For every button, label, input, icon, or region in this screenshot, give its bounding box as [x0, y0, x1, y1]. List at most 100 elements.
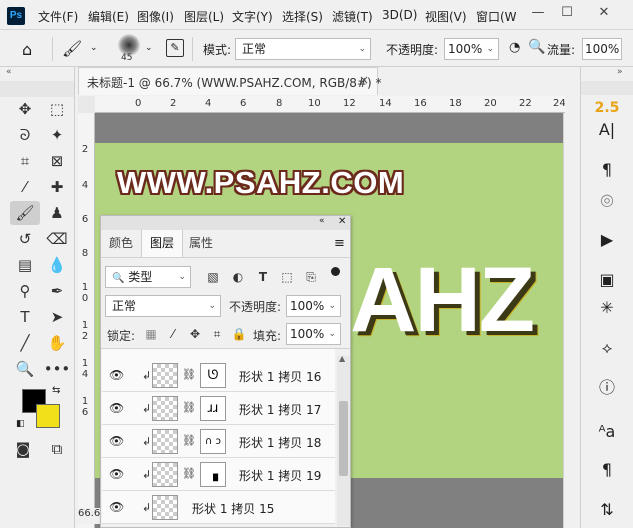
paragraph-panel-icon[interactable]: ¶	[589, 157, 625, 183]
timeline-icon[interactable]: ⇅	[589, 497, 625, 523]
visibility-eye-icon[interactable]: 👁	[109, 434, 124, 448]
menu-image[interactable]: 图像(I)	[137, 8, 174, 25]
menu-view[interactable]: 视图(V)	[425, 8, 467, 25]
healing-brush-tool-icon[interactable]: ✚	[42, 175, 72, 199]
menu-type[interactable]: 文字(Y)	[232, 8, 273, 25]
layer-row[interactable]: 👁 ↲ ⛓ ᘎ 形状 1 拷贝 16	[102, 359, 335, 392]
lock-pixels-icon[interactable]: ⁄	[163, 324, 183, 344]
layer-name[interactable]: 形状 1 拷贝 16	[239, 368, 321, 385]
character-panel-icon[interactable]: A|	[589, 117, 625, 143]
info-panel-icon[interactable]: ⓘ	[589, 375, 625, 401]
swap-colors-icon[interactable]: ⇆	[52, 385, 60, 396]
tab-properties[interactable]: 属性	[181, 230, 221, 257]
hand-tool-icon[interactable]: ✋	[42, 331, 72, 355]
close-icon[interactable]: ×	[359, 73, 369, 87]
zoom-status[interactable]: 66.6	[78, 508, 100, 524]
visibility-eye-icon[interactable]: 👁	[109, 500, 124, 514]
layer-thumbnail[interactable]	[152, 429, 178, 454]
layer-row[interactable]: 👁 ↲ ⛓ ɹɹ 形状 1 拷贝 17	[102, 392, 335, 425]
opacity-input[interactable]: 100% ⌄	[444, 38, 499, 60]
dodge-tool-icon[interactable]: ⚲	[10, 279, 40, 303]
menu-filter[interactable]: 滤镜(T)	[332, 8, 373, 25]
lock-position-icon[interactable]: ✥	[185, 324, 205, 344]
visibility-eye-icon[interactable]: 👁	[109, 368, 124, 382]
paths-panel-icon[interactable]: ⟡	[589, 335, 625, 361]
layers-scrollbar-thumb[interactable]	[339, 401, 348, 476]
character-styles-icon[interactable]: ᴬa	[589, 419, 625, 445]
collapse-icon[interactable]: «	[6, 67, 12, 77]
scroll-up-icon[interactable]: ▲	[339, 354, 345, 363]
ruler-corner[interactable]	[78, 96, 95, 113]
glyph-panel-icon[interactable]: ◎	[589, 187, 625, 213]
zoom-tool-icon[interactable]: 🔍	[10, 357, 40, 381]
screen-mode-icon[interactable]: ⧉	[42, 437, 72, 461]
menu-layer[interactable]: 图层(L)	[184, 8, 224, 25]
type-tool-icon[interactable]: T	[10, 305, 40, 329]
document-tab[interactable]: 未标题-1 @ 66.7% (WWW.PSAHZ.COM, RGB/8#) * …	[78, 67, 382, 95]
marquee-tool-icon[interactable]: ⬚	[42, 97, 72, 121]
home-icon[interactable]: ⌂	[22, 40, 32, 59]
layer-mask-thumbnail[interactable]: ɹɹ	[200, 396, 226, 421]
history-brush-tool-icon[interactable]: ↺	[10, 227, 40, 251]
layer-name[interactable]: 形状 1 拷贝 18	[239, 434, 321, 451]
frame-tool-icon[interactable]: ⊠	[42, 149, 72, 173]
pen-tool-icon[interactable]: ✒	[42, 279, 72, 303]
filter-toggle-icon[interactable]	[331, 267, 340, 276]
eraser-tool-icon[interactable]: ⌫	[42, 227, 72, 251]
search-icon[interactable]: 🔍	[528, 39, 545, 55]
gradient-tool-icon[interactable]: ▤	[10, 253, 40, 277]
layer-thumbnail[interactable]	[152, 396, 178, 421]
magic-wand-tool-icon[interactable]: ✦	[42, 123, 72, 147]
pressure-opacity-icon[interactable]: ◔	[509, 40, 520, 55]
layer-row[interactable]: 👁 ↲ 形状 1 拷贝 15	[102, 491, 335, 524]
panel-header[interactable]: « ✕	[101, 216, 350, 230]
path-selection-tool-icon[interactable]: ➤	[42, 305, 72, 329]
layer-thumbnail[interactable]	[152, 462, 178, 487]
default-colors-icon[interactable]: ◧	[16, 419, 25, 429]
blur-tool-icon[interactable]: 💧	[42, 253, 72, 277]
close-icon[interactable]: ✕	[338, 216, 346, 227]
chevron-down-icon[interactable]: ⌄	[90, 43, 98, 53]
filter-smart-object-icon[interactable]: ⎘	[301, 267, 321, 287]
brush-tool-icon[interactable]: 🖌	[10, 201, 40, 225]
brush-settings-icon[interactable]: ✎	[166, 39, 184, 57]
layer-mask-thumbnail[interactable]: ∩ ↄ	[200, 429, 226, 454]
layer-row[interactable]: 👁 ↲ ⛓ ▗ 形状 1 拷贝 19	[102, 458, 335, 491]
filter-adjustment-icon[interactable]: ◐	[228, 267, 248, 287]
filter-shape-icon[interactable]: ⬚	[277, 267, 297, 287]
play-actions-icon[interactable]: ▶	[589, 227, 625, 253]
tab-layers[interactable]: 图层	[141, 230, 184, 257]
restore-button[interactable]: ☐	[553, 3, 581, 23]
mode-select[interactable]: 正常 ⌄	[235, 38, 371, 60]
fill-input[interactable]: 100% ⌄	[286, 323, 341, 345]
layer-thumbnail[interactable]	[152, 495, 178, 520]
crop-tool-icon[interactable]: ⌗	[10, 149, 40, 173]
layer-name[interactable]: 形状 1 拷贝 17	[239, 401, 321, 418]
brush-tool-icon[interactable]: 🖌	[62, 39, 82, 58]
minimize-button[interactable]: —	[524, 3, 552, 23]
visibility-eye-icon[interactable]: 👁	[109, 467, 124, 481]
menu-3d[interactable]: 3D(D)	[382, 8, 417, 22]
layer-thumbnail[interactable]	[152, 363, 178, 388]
paragraph-styles-icon[interactable]: ¶	[589, 457, 625, 483]
layer-filter-select[interactable]: 🔍 类型 ⌄	[105, 266, 191, 288]
link-icon[interactable]: ⛓	[182, 467, 196, 480]
filter-pixel-icon[interactable]: ▧	[203, 267, 223, 287]
layer-name[interactable]: 形状 1 拷贝 15	[192, 500, 274, 517]
lock-transparent-icon[interactable]: ▦	[141, 324, 161, 344]
canvas-scrollbar[interactable]	[563, 113, 577, 528]
stamp-tool-icon[interactable]: ♟	[42, 201, 72, 225]
eyedropper-tool-icon[interactable]: ⁄	[10, 175, 40, 199]
layer-mask-thumbnail[interactable]: ▗	[200, 462, 226, 487]
flow-input[interactable]: 100%	[582, 38, 622, 60]
layer-row[interactable]: 👁 ↲ ⛓ ∩ ↄ 形状 1 拷贝 18	[102, 425, 335, 458]
more-tools-icon[interactable]: •••	[42, 357, 72, 381]
panel-menu-icon[interactable]: ≡	[334, 236, 345, 251]
background-color-swatch[interactable]	[36, 404, 60, 428]
filter-type-icon[interactable]: T	[253, 267, 273, 287]
libraries-icon[interactable]: ▣	[589, 267, 625, 293]
layer-opacity-input[interactable]: 100% ⌄	[286, 295, 341, 317]
link-icon[interactable]: ⛓	[182, 401, 196, 414]
layer-name[interactable]: 形状 1 拷贝 19	[239, 467, 321, 484]
chevron-down-icon[interactable]: ⌄	[145, 43, 153, 53]
